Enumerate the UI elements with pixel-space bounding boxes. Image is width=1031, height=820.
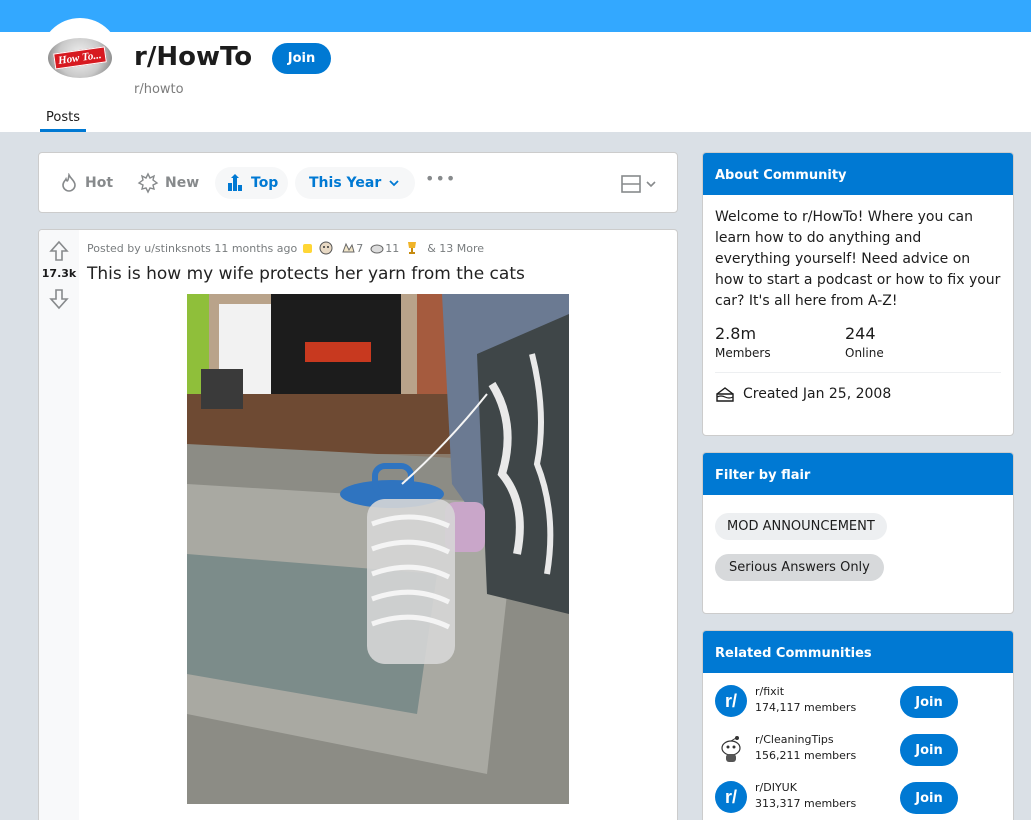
about-heading: About Community [703,153,1013,195]
time-period-dropdown[interactable]: This Year [295,167,416,199]
community-name[interactable]: r/DIYUK [755,781,797,794]
award-hug: 11 [369,240,399,256]
sort-new-label: New [165,175,200,191]
top-chart-icon [228,174,242,191]
community-name[interactable]: r/fixit [755,685,784,698]
community-stats: 2.8m Members 244 Online [703,312,1013,360]
community-name[interactable]: r/CleaningTips [755,733,834,746]
community-members: 313,317 members [755,797,857,810]
award-count: 11 [385,241,400,255]
community-avatar: r/ [715,685,747,717]
subreddit-header: How To... r/HowTo Join r/howto Posts [0,18,1031,132]
related-community-row[interactable]: r/ r/DIYUK 313,317 members Join [715,779,1003,815]
online-stat: 244 Online [845,324,975,360]
subreddit-logo[interactable]: How To... [40,18,120,98]
tab-posts[interactable]: Posts [40,110,86,132]
card-layout-icon [621,175,641,193]
award-icon [303,243,313,253]
flair-mod-announcement[interactable]: MOD ANNOUNCEMENT [715,513,887,540]
time-period-label: This Year [309,175,382,191]
award-hug-icon [370,244,384,254]
online-label: Online [845,346,884,360]
more-options-icon[interactable]: ••• [425,169,456,188]
award-face-icon [319,241,333,255]
join-button[interactable]: Join [900,686,958,718]
post-image[interactable] [187,294,569,804]
join-button[interactable]: Join [900,734,958,766]
about-description: Welcome to r/HowTo! Where you can learn … [715,209,1001,309]
top-banner [0,0,1031,32]
trophy-icon [408,242,417,254]
join-button[interactable]: Join [272,43,331,74]
logo-text: How To... [53,46,107,70]
community-members: 174,117 members [755,701,857,714]
upvote-icon[interactable] [49,240,69,262]
sparkle-icon [137,172,159,194]
related-community-row[interactable]: r/ r/fixit 174,117 members Join [715,683,1003,719]
related-community-row[interactable]: r/CleaningTips 156,211 members Join [715,731,1003,767]
created-text: Created Jan 25, 2008 [743,386,892,402]
photo-yarn-jar [187,294,569,804]
downvote-icon[interactable] [49,288,69,310]
snoo-avatar-icon [715,733,747,765]
flair-heading: Filter by flair [703,453,1013,495]
logo-emblem: How To... [48,38,112,78]
chevron-down-icon [646,181,656,188]
post-title[interactable]: This is how my wife protects her yarn fr… [87,264,525,284]
sort-top-label: Top [251,175,279,191]
members-label: Members [715,346,771,360]
post-card[interactable]: 17.3k Posted by u/stinksnots 11 months a… [38,229,678,820]
post-meta: Posted by u/stinksnots 11 months ago 7 1… [87,240,484,256]
sort-hot-button[interactable]: Hot [59,167,113,199]
sort-hot-label: Hot [85,175,114,191]
more-awards[interactable]: & 13 More [427,242,484,255]
online-count: 244 [845,324,876,343]
members-count: 2.8m [715,324,757,343]
sort-new-button[interactable]: New [137,167,199,199]
created-date: Created Jan 25, 2008 [703,373,1013,403]
layout-switch-button[interactable] [621,175,657,193]
members-stat: 2.8m Members [715,324,845,360]
related-heading: Related Communities [703,631,1013,673]
community-avatar: r/ [715,781,747,813]
award-count: 7 [356,241,364,255]
filter-by-flair-card: Filter by flair MOD ANNOUNCEMENT Serious… [702,452,1014,614]
award-silver [303,243,313,253]
join-button[interactable]: Join [900,782,958,814]
flame-icon [62,173,76,192]
award-hands-icon [342,242,355,253]
award-gold [405,240,419,256]
chevron-down-icon [389,180,399,187]
snoo-icon [721,736,741,762]
vote-count: 17.3k [41,267,77,280]
page-title: r/HowTo [134,42,253,72]
cake-icon [716,387,734,402]
award-wholesome [318,240,334,256]
vote-column: 17.3k [39,230,79,820]
sort-bar: Hot New Top This Year ••• [38,152,678,213]
posted-by[interactable]: Posted by u/stinksnots 11 months ago [87,242,297,255]
award-helpful: 7 [340,240,363,256]
community-members: 156,211 members [755,749,857,762]
related-communities-card: Related Communities r/ r/fixit 174,117 m… [702,630,1014,820]
subreddit-name: r/howto [134,82,184,97]
about-community-card: About Community Welcome to r/HowTo! Wher… [702,152,1014,436]
sort-top-button[interactable]: Top [215,167,289,199]
flair-serious-answers[interactable]: Serious Answers Only [715,554,884,581]
